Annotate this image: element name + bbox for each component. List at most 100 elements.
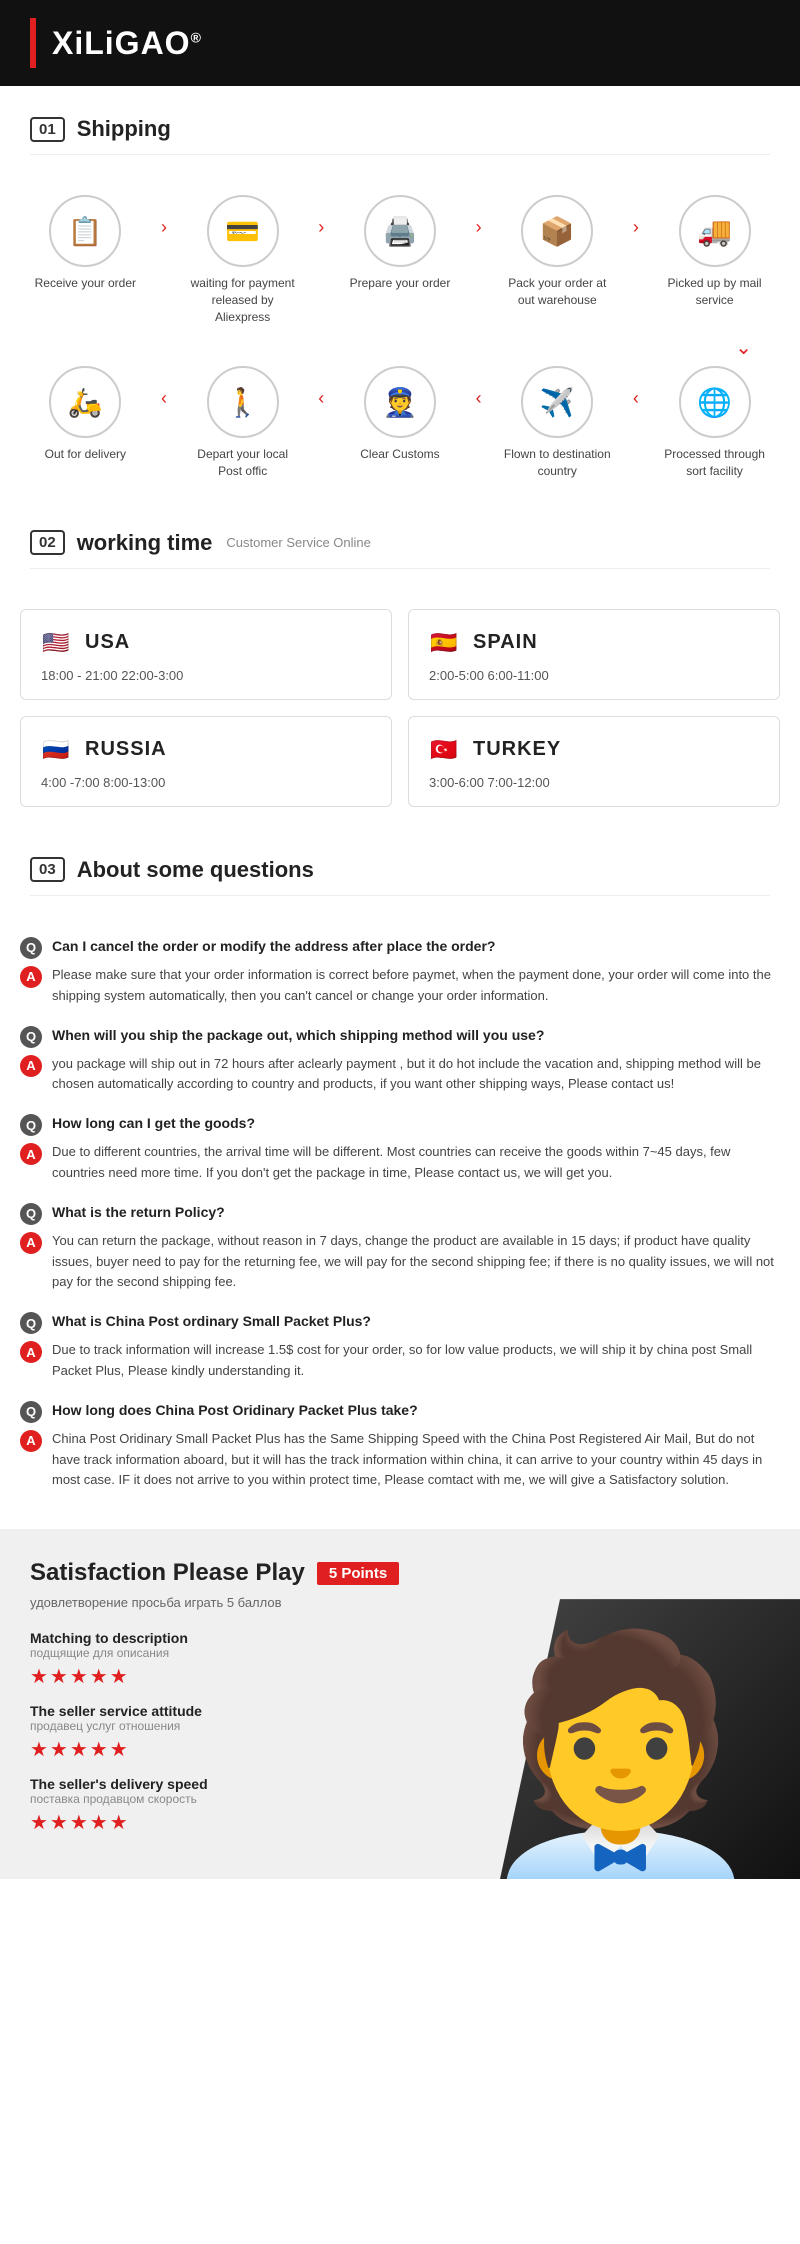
- faq-badge-q-3: Q: [20, 1114, 42, 1136]
- prepare-icon: 🖨️: [364, 195, 436, 267]
- prepare-label: Prepare your order: [350, 275, 451, 292]
- faq-q-3: Q How long can I get the goods?: [20, 1113, 780, 1136]
- faq-item-4: Q What is the return Policy? A You can r…: [20, 1202, 780, 1293]
- satisfaction-title: Satisfaction Please Play 5 Points: [30, 1559, 770, 1587]
- faq-badge-a-3: A: [20, 1143, 42, 1165]
- faq-label: About some questions: [77, 857, 314, 883]
- faq-item-6: Q How long does China Post Oridinary Pac…: [20, 1400, 780, 1491]
- flown-icon: ✈️: [521, 366, 593, 438]
- faq-a-5: A Due to track information will increase…: [20, 1340, 780, 1382]
- customs-icon: 👮: [364, 366, 436, 438]
- faq-q-4: Q What is the return Policy?: [20, 1202, 780, 1225]
- flow-step-depart: 🚶 Depart your local Post offic: [188, 366, 298, 480]
- shipping-section: 01 Shipping: [0, 86, 800, 195]
- flow-step-receive: 📋 Receive your order: [30, 195, 140, 292]
- russia-hours: 4:00 -7:00 8:00-13:00: [39, 775, 373, 790]
- faq-a-2: A you package will ship out in 72 hours …: [20, 1054, 780, 1096]
- sort-icon: 🌐: [679, 366, 751, 438]
- usa-flag: 🇺🇸: [39, 626, 73, 660]
- faq-section-title: 03 About some questions: [30, 857, 770, 896]
- satisfaction-section: Satisfaction Please Play 5 Points удовле…: [0, 1529, 800, 1879]
- receive-icon: 📋: [49, 195, 121, 267]
- russia-flag: 🇷🇺: [39, 733, 73, 767]
- satisfaction-title-text: Satisfaction Please Play: [30, 1559, 305, 1587]
- faq-badge-a-5: A: [20, 1341, 42, 1363]
- usa-name: USA: [85, 631, 130, 654]
- points-badge: 5 Points: [317, 1562, 399, 1585]
- working-time-title: 02 working time Customer Service Online: [30, 530, 770, 569]
- country-spain-name-row: 🇪🇸 SPAIN: [427, 626, 761, 660]
- arrow-3: ›: [476, 217, 482, 238]
- faq-badge-q-2: Q: [20, 1026, 42, 1048]
- faq-answer-6: China Post Oridinary Small Packet Plus h…: [52, 1429, 780, 1491]
- faq-question-6: How long does China Post Oridinary Packe…: [52, 1400, 418, 1421]
- outdelivery-icon: 🛵: [49, 366, 121, 438]
- faq-badge-a-1: A: [20, 966, 42, 988]
- outdelivery-label: Out for delivery: [45, 446, 126, 463]
- flow-step-outdelivery: 🛵 Out for delivery: [30, 366, 140, 463]
- person-silhouette: 🧑‍💼: [500, 1639, 770, 1879]
- depart-icon: 🚶: [207, 366, 279, 438]
- working-time-subtitle: Customer Service Online: [226, 535, 371, 550]
- faq-question-2: When will you ship the package out, whic…: [52, 1025, 544, 1046]
- flow-step-flown: ✈️ Flown to destination country: [502, 366, 612, 480]
- logo-text: XiLiGAO: [52, 25, 191, 61]
- faq-a-1: A Please make sure that your order infor…: [20, 965, 780, 1007]
- faq-badge-q-1: Q: [20, 937, 42, 959]
- working-time-section: 02 working time Customer Service Online: [0, 500, 800, 609]
- spain-name: SPAIN: [473, 631, 538, 654]
- country-card-russia: 🇷🇺 RUSSIA 4:00 -7:00 8:00-13:00: [20, 716, 392, 807]
- faq-answer-1: Please make sure that your order informa…: [52, 965, 780, 1007]
- customs-label: Clear Customs: [360, 446, 439, 463]
- flow-step-sort: 🌐 Processed through sort facility: [660, 366, 770, 480]
- faq-q-6: Q How long does China Post Oridinary Pac…: [20, 1400, 780, 1423]
- brand-logo: XiLiGAO®: [52, 25, 202, 62]
- faq-answer-2: you package will ship out in 72 hours af…: [52, 1054, 780, 1096]
- flow-step-pickup: 🚚 Picked up by mail service: [660, 195, 770, 309]
- faq-question-5: What is China Post ordinary Small Packet…: [52, 1311, 371, 1332]
- shipping-flow: 📋 Receive your order › 💳 waiting for pay…: [0, 195, 800, 500]
- faq-badge-a-2: A: [20, 1055, 42, 1077]
- faq-item-2: Q When will you ship the package out, wh…: [20, 1025, 780, 1096]
- header-accent-bar: [30, 18, 36, 68]
- flow-step-pack: 📦 Pack your order at out warehouse: [502, 195, 612, 309]
- faq-q-2: Q When will you ship the package out, wh…: [20, 1025, 780, 1048]
- section-num-03: 03: [30, 857, 65, 882]
- section-num-01: 01: [30, 117, 65, 142]
- flow-arrow-down: ⌄: [20, 335, 780, 360]
- faq-question-3: How long can I get the goods?: [52, 1113, 255, 1134]
- working-time-grid: 🇺🇸 USA 18:00 - 21:00 22:00-3:00 🇪🇸 SPAIN…: [0, 609, 800, 827]
- shipping-label: Shipping: [77, 116, 171, 142]
- faq-section: 03 About some questions: [0, 827, 800, 936]
- receive-label: Receive your order: [35, 275, 136, 292]
- pickup-icon: 🚚: [679, 195, 751, 267]
- working-time-label: working time: [77, 530, 213, 556]
- faq-item-3: Q How long can I get the goods? A Due to…: [20, 1113, 780, 1184]
- page-header: XiLiGAO®: [0, 0, 800, 86]
- payment-label: waiting for payment released by Aliexpre…: [188, 275, 298, 325]
- sort-label: Processed through sort facility: [660, 446, 770, 480]
- country-usa-name-row: 🇺🇸 USA: [39, 626, 373, 660]
- turkey-name: TURKEY: [473, 738, 561, 761]
- faq-badge-a-4: A: [20, 1232, 42, 1254]
- shipping-section-title: 01 Shipping: [30, 116, 770, 155]
- turkey-hours: 3:00-6:00 7:00-12:00: [427, 775, 761, 790]
- faq-question-4: What is the return Policy?: [52, 1202, 225, 1223]
- trademark: ®: [191, 29, 202, 45]
- faq-badge-q-6: Q: [20, 1401, 42, 1423]
- depart-label: Depart your local Post offic: [188, 446, 298, 480]
- faq-badge-q-4: Q: [20, 1203, 42, 1225]
- faq-item-1: Q Can I cancel the order or modify the a…: [20, 936, 780, 1007]
- spain-hours: 2:00-5:00 6:00-11:00: [427, 668, 761, 683]
- arrow-6: ‹: [318, 388, 324, 409]
- person-image-area: 🧑‍💼: [500, 1599, 800, 1879]
- faq-list: Q Can I cancel the order or modify the a…: [0, 936, 800, 1529]
- country-russia-name-row: 🇷🇺 RUSSIA: [39, 733, 373, 767]
- arrow-4: ›: [633, 217, 639, 238]
- arrow-1: ›: [161, 217, 167, 238]
- arrow-7: ‹: [476, 388, 482, 409]
- flow-step-prepare: 🖨️ Prepare your order: [345, 195, 455, 292]
- arrow-5: ‹: [161, 388, 167, 409]
- flow-step-customs: 👮 Clear Customs: [345, 366, 455, 463]
- faq-answer-3: Due to different countries, the arrival …: [52, 1142, 780, 1184]
